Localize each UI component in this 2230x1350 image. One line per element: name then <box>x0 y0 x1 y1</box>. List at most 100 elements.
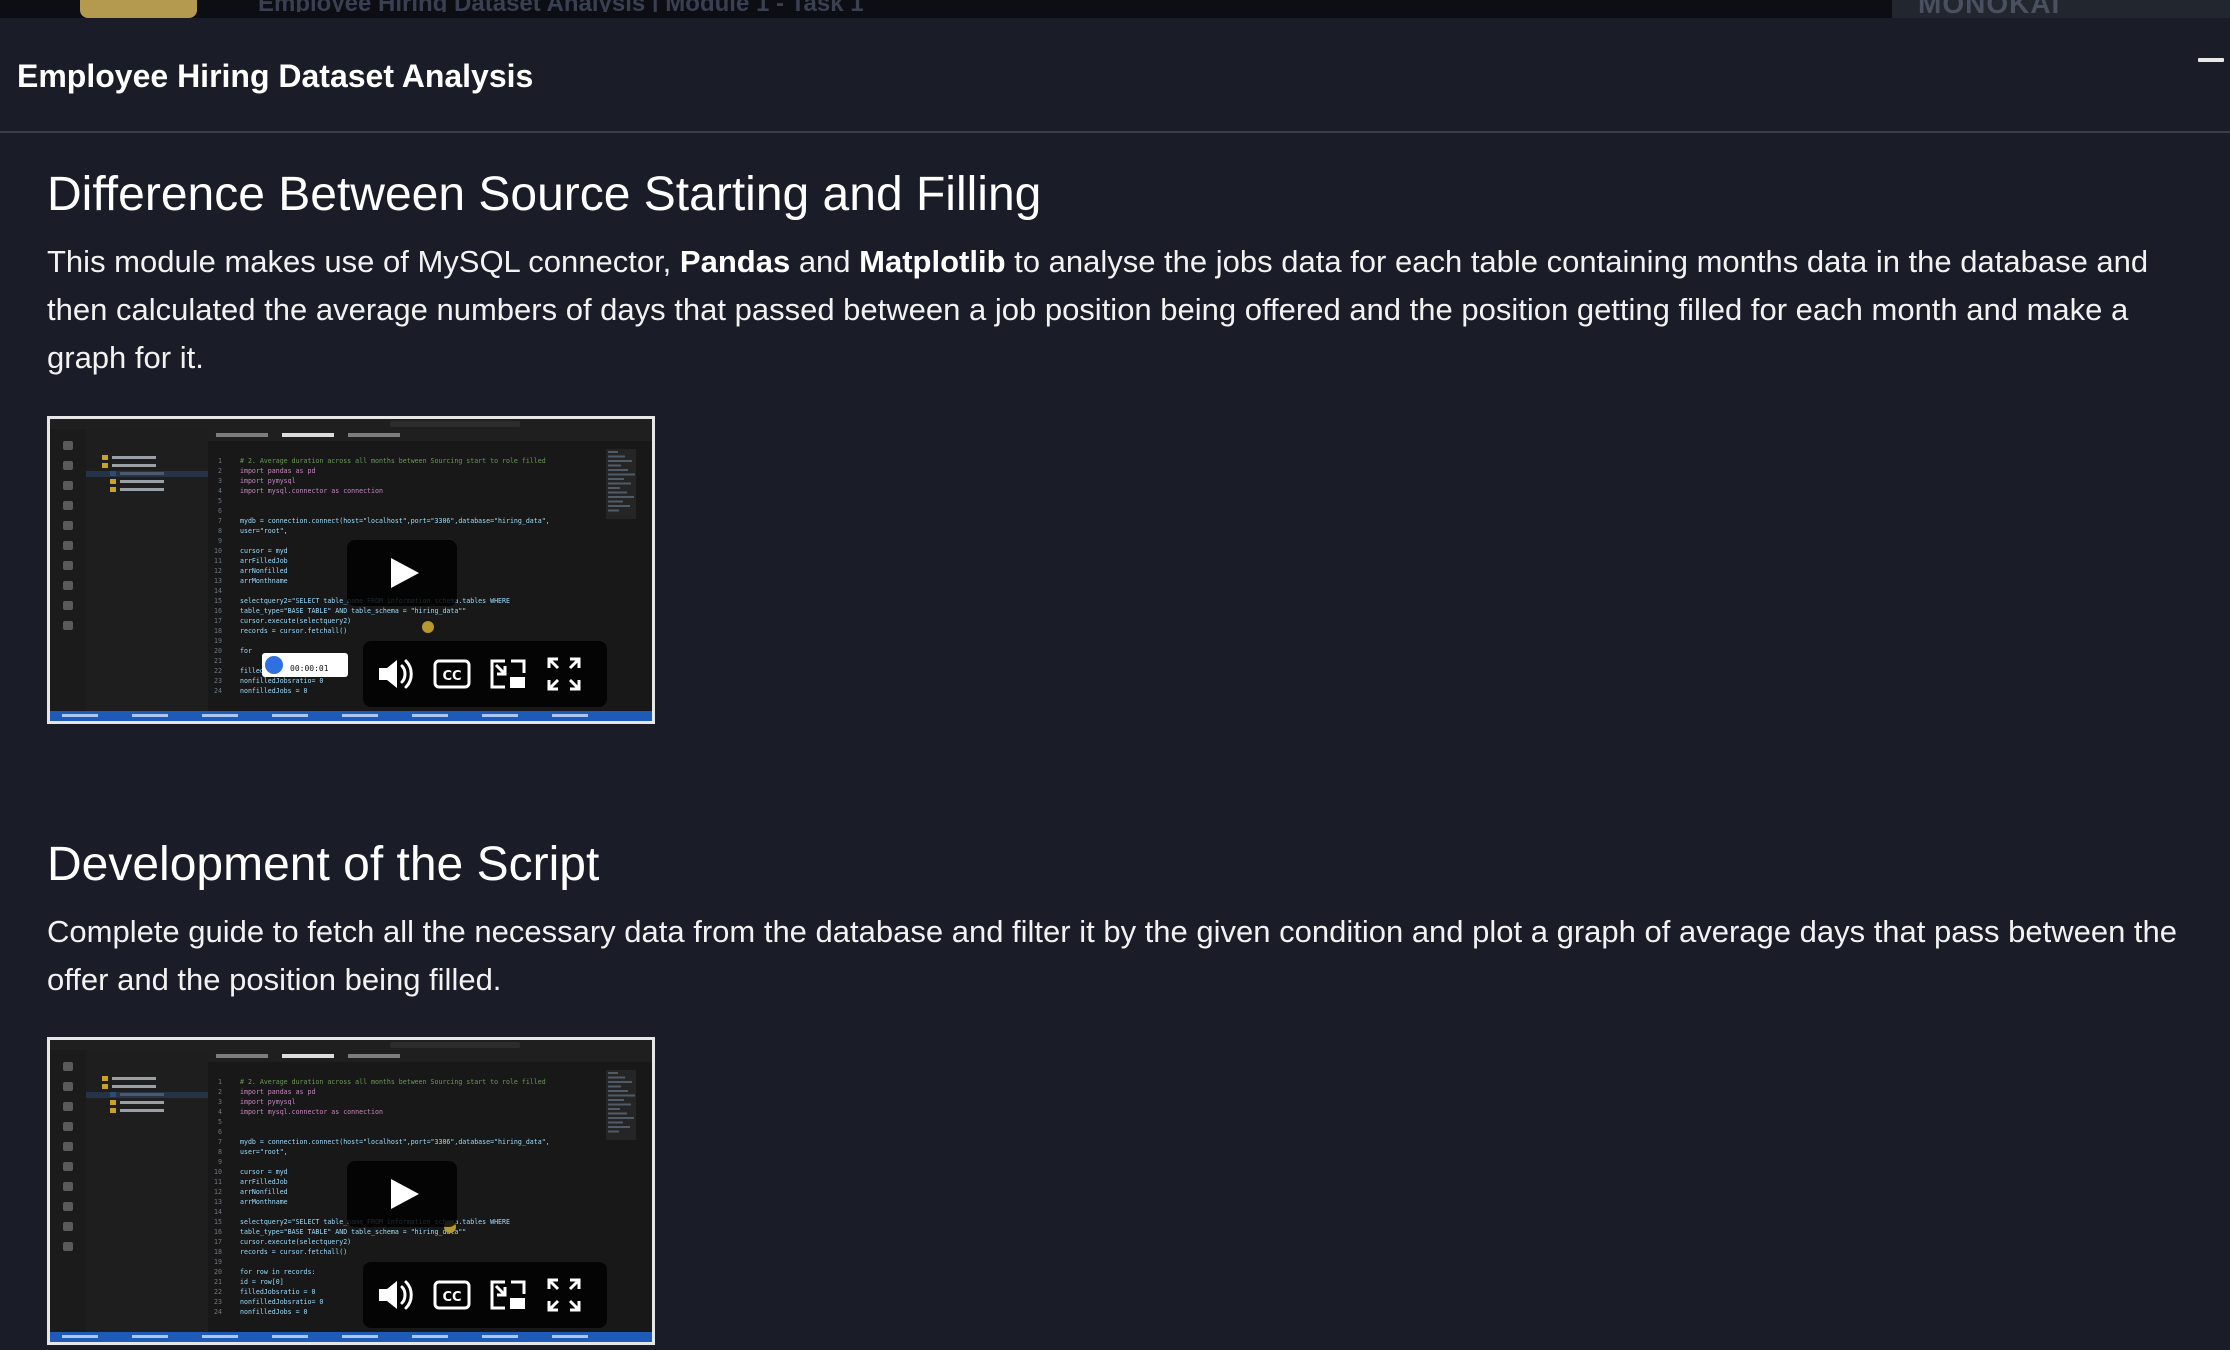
modal-title: Employee Hiring Dataset Analysis <box>17 58 534 94</box>
svg-text:arrNonfilled: arrNonfilled <box>240 567 288 575</box>
closed-captions-icon[interactable]: CC <box>429 1272 475 1318</box>
section-heading: Difference Between Source Starting and F… <box>47 168 1042 221</box>
svg-text:import pandas as pd: import pandas as pd <box>240 1088 315 1096</box>
svg-text:for: for <box>240 647 252 655</box>
section-description: This module makes use of MySQL connector… <box>47 238 2197 382</box>
svg-text:5: 5 <box>218 497 222 505</box>
svg-text:import pandas as pd: import pandas as pd <box>240 467 315 475</box>
svg-text:nonfilledJobsratio= 0: nonfilledJobsratio= 0 <box>240 677 323 685</box>
svg-text:23: 23 <box>214 1298 222 1306</box>
svg-text:17: 17 <box>214 1238 222 1246</box>
closed-captions-icon[interactable]: CC <box>429 651 475 697</box>
svg-text:13: 13 <box>214 577 222 585</box>
volume-icon[interactable] <box>373 651 419 697</box>
svg-text:24: 24 <box>214 687 222 695</box>
section-description: Complete guide to fetch all the necessar… <box>47 914 2178 997</box>
svg-text:18: 18 <box>214 1248 222 1256</box>
svg-text:19: 19 <box>214 637 222 645</box>
svg-text:11: 11 <box>214 1178 222 1186</box>
svg-text:cursor.execute(selectquery2): cursor.execute(selectquery2) <box>240 617 351 625</box>
svg-text:import pymysql: import pymysql <box>240 1098 296 1106</box>
description-text-middle: and <box>790 244 860 279</box>
svg-text:11: 11 <box>214 557 222 565</box>
svg-text:arrFilledJob: arrFilledJob <box>240 557 288 565</box>
svg-text:user="root",: user="root", <box>240 527 288 535</box>
svg-text:10: 10 <box>214 547 222 555</box>
svg-text:21: 21 <box>214 657 222 665</box>
fullscreen-icon[interactable] <box>541 1272 587 1318</box>
svg-text:4: 4 <box>218 487 222 495</box>
svg-text:6: 6 <box>218 1128 222 1136</box>
section-script-development: Development of the Script Complete guide… <box>47 836 2197 1004</box>
svg-text:arrMonthname: arrMonthname <box>240 577 288 585</box>
background-page-title: Employee Hiring Dataset Analysis | Modul… <box>258 0 1048 12</box>
svg-text:15: 15 <box>214 597 222 605</box>
svg-text:arrNonfilled: arrNonfilled <box>240 1188 288 1196</box>
svg-text:cursor = myd: cursor = myd <box>240 1168 288 1176</box>
description-bold-matplotlib: Matplotlib <box>859 244 1006 279</box>
svg-text:nonfilledJobsratio= 0: nonfilledJobsratio= 0 <box>240 1298 323 1306</box>
svg-text:22: 22 <box>214 1288 222 1296</box>
svg-text:mydb = connection.connect(host: mydb = connection.connect(host="localhos… <box>240 517 550 525</box>
svg-text:2: 2 <box>218 1088 222 1096</box>
svg-text:12: 12 <box>214 567 222 575</box>
svg-text:5: 5 <box>218 1118 222 1126</box>
svg-text:7: 7 <box>218 1138 222 1146</box>
svg-text:import mysql.connector as conn: import mysql.connector as connection <box>240 1108 383 1116</box>
svg-text:15: 15 <box>214 1218 222 1226</box>
svg-text:for row in records:: for row in records: <box>240 1268 315 1276</box>
video-controls: CC <box>363 1262 607 1328</box>
description-bold-pandas: Pandas <box>679 244 791 279</box>
picture-in-picture-icon[interactable] <box>485 651 531 697</box>
volume-icon[interactable] <box>373 1272 419 1318</box>
svg-text:19: 19 <box>214 1258 222 1266</box>
picture-in-picture-icon[interactable] <box>485 1272 531 1318</box>
svg-text:13: 13 <box>214 1198 222 1206</box>
svg-text:filledJobsratio = 0: filledJobsratio = 0 <box>240 1288 315 1296</box>
svg-text:# 2. Average duration across a: # 2. Average duration across all months … <box>240 1078 546 1086</box>
svg-text:9: 9 <box>218 537 222 545</box>
background-brand: MONOKAI <box>1892 0 2230 18</box>
modal-header: Employee Hiring Dataset Analysis <box>0 18 2230 133</box>
svg-text:nonfilledJobs = 0: nonfilledJobs = 0 <box>240 1308 308 1316</box>
svg-text:4: 4 <box>218 1108 222 1116</box>
svg-text:8: 8 <box>218 1148 222 1156</box>
svg-text:nonfilledJobs = 0: nonfilledJobs = 0 <box>240 687 308 695</box>
video-player[interactable]: 1 # 2. Average duration across all months… <box>47 416 655 724</box>
play-icon[interactable] <box>347 540 457 606</box>
svg-text:# 2. Average duration across a: # 2. Average duration across all months … <box>240 457 546 465</box>
svg-text:CC: CC <box>442 1290 461 1305</box>
play-icon[interactable] <box>347 1161 457 1227</box>
svg-text:14: 14 <box>214 587 222 595</box>
svg-text:23: 23 <box>214 677 222 685</box>
svg-text:arrFilledJob: arrFilledJob <box>240 1178 288 1186</box>
svg-text:14: 14 <box>214 1208 222 1216</box>
svg-text:CC: CC <box>442 669 461 684</box>
svg-text:16: 16 <box>214 1228 222 1236</box>
svg-text:3: 3 <box>218 1098 222 1106</box>
svg-text:1: 1 <box>218 1078 222 1086</box>
svg-text:6: 6 <box>218 507 222 515</box>
svg-text:records = cursor.fetchall(): records = cursor.fetchall() <box>240 1248 347 1256</box>
svg-text:16: 16 <box>214 607 222 615</box>
background-badge <box>80 0 197 18</box>
background-brand-label: MONOKAI <box>1918 0 2061 18</box>
svg-text:1: 1 <box>218 457 222 465</box>
video-player[interactable]: 1 # 2. Average duration across all months… <box>47 1037 655 1345</box>
svg-text:table_type="BASE TABLE" AND ta: table_type="BASE TABLE" AND table_schema… <box>240 1228 466 1236</box>
fullscreen-icon[interactable] <box>541 651 587 697</box>
background-page-strip: Employee Hiring Dataset Analysis | Modul… <box>0 0 2230 18</box>
minus-icon[interactable] <box>2196 53 2226 67</box>
svg-text:import pymysql: import pymysql <box>240 477 296 485</box>
svg-text:8: 8 <box>218 527 222 535</box>
svg-text:user="root",: user="root", <box>240 1148 288 1156</box>
section-heading: Development of the Script <box>47 838 600 891</box>
svg-text:3: 3 <box>218 477 222 485</box>
svg-text:table_type="BASE TABLE" AND ta: table_type="BASE TABLE" AND table_schema… <box>240 607 466 615</box>
description-text-before: This module makes use of MySQL connector… <box>47 244 680 279</box>
section-source-vs-filling: Difference Between Source Starting and F… <box>47 166 2197 382</box>
svg-text:records = cursor.fetchall(): records = cursor.fetchall() <box>240 627 347 635</box>
svg-text:22: 22 <box>214 667 222 675</box>
svg-text:20: 20 <box>214 647 222 655</box>
svg-text:2: 2 <box>218 467 222 475</box>
